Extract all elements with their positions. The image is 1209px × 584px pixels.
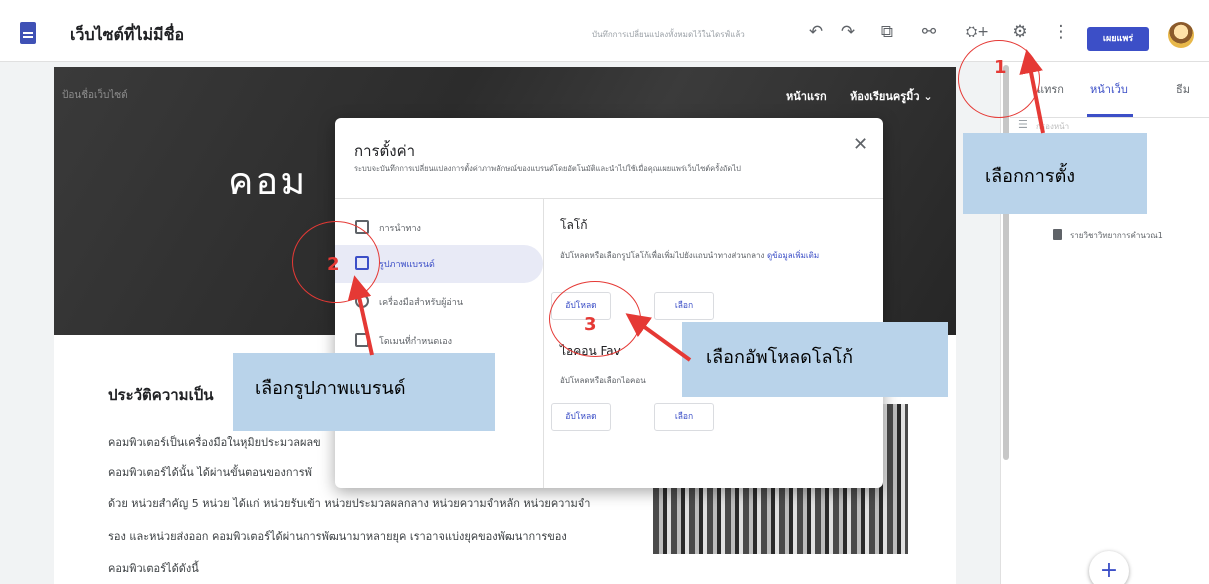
body-line[interactable]: คอมพิวเตอร์เป็นเครื่องมือในหุมิยประมวลผล… (108, 433, 321, 451)
filter-icon: ☰ (1018, 118, 1028, 131)
highlight-ring (958, 40, 1040, 118)
divider (543, 198, 544, 488)
tab-pages[interactable]: หน้าเว็บ (1090, 80, 1128, 98)
domain-icon (355, 333, 369, 347)
page-icon (1053, 229, 1062, 240)
share-icon[interactable]: ⛭+ (966, 22, 989, 42)
preview-icon[interactable]: ⧉ (876, 22, 898, 42)
add-page-button[interactable]: + (1089, 551, 1129, 584)
nav-label: เครื่องมือสำหรับผู้อ่าน (379, 298, 463, 308)
callout-upload-logo: เลือกอัพโหลดโลโก้ (682, 322, 948, 397)
gear-icon[interactable]: ⚙ (1009, 22, 1031, 42)
site-title[interactable]: เว็บไซต์ที่ไม่มีชื่อ (70, 23, 184, 48)
divider (335, 198, 883, 199)
tab-themes[interactable]: ธีม (1176, 80, 1190, 98)
sites-logo-icon (20, 22, 36, 44)
logo-section-title: โลโก้ (560, 218, 588, 232)
scrollbar[interactable] (1003, 65, 1009, 460)
body-line[interactable]: รอง และหน่วยส่งออก คอมพิวเตอร์ได้ผ่านการ… (108, 527, 567, 545)
body-line[interactable]: ด้วย หน่วยสำคัญ 5 หน่วย ได้แก่ หน่วยรับเ… (108, 494, 590, 512)
nav-home[interactable]: หน้าแรก (786, 87, 827, 105)
favicon-section-description: อัปโหลดหรือเลือกไอคอน (560, 376, 646, 385)
filter-pages-input[interactable]: กรองหน้า (1036, 120, 1069, 133)
select-logo-button[interactable]: เลือก (654, 292, 714, 320)
step-number: 1 (994, 57, 1007, 78)
body-line[interactable]: คอมพิวเตอร์ได้ดังนี้ (108, 559, 199, 577)
avatar[interactable] (1168, 22, 1194, 48)
publish-button[interactable]: เผยแพร่ (1087, 27, 1149, 51)
step-number: 3 (584, 314, 597, 335)
hero-title[interactable]: คอม (228, 150, 307, 211)
body-line[interactable]: คอมพิวเตอร์ได้นั้น ได้ผ่านขั้นตอนของการพ… (108, 463, 312, 481)
close-icon[interactable]: ✕ (853, 134, 868, 155)
link-icon[interactable]: ⚯ (918, 22, 940, 42)
page-item[interactable]: รายวิชาวิทยาการคำนวณ1 (1070, 229, 1163, 242)
site-name-placeholder[interactable]: ป้อนชื่อเว็บไซต์ (62, 88, 128, 103)
nav-label: โดเมนที่กำหนดเอง (379, 337, 453, 347)
nav-class[interactable]: ห้องเรียนครูมิ้ว ⌄ (850, 87, 933, 105)
save-status: บันทึกการเปลี่ยนแปลงทั้งหมดไว้ในไดรฟ์แล้… (592, 30, 745, 39)
step-number: 2 (327, 254, 340, 275)
more-icon[interactable]: ⋮ (1050, 22, 1072, 42)
learn-more-link[interactable]: ดูข้อมูลเพิ่มเติม (767, 251, 819, 260)
dialog-description: ระบบจะบันทึกการเปลี่ยนแปลงการตั้งค่าภาพล… (354, 164, 741, 173)
divider (1010, 117, 1209, 118)
tab-insert[interactable]: แทรก (1037, 80, 1064, 98)
callout-brand-images: เลือกรูปภาพแบรนด์ (233, 353, 495, 431)
undo-icon[interactable]: ↶ (805, 22, 827, 42)
select-favicon-button[interactable]: เลือก (654, 403, 714, 431)
callout-settings: เลือกการตั้ง (963, 133, 1147, 214)
nav-label: การนำทาง (379, 224, 421, 234)
dialog-title: การตั้งค่า (354, 142, 416, 160)
logo-section-description: อัปโหลดหรือเลือกรูปโลโก้เพื่อเพิ่มไปยังแ… (560, 251, 820, 260)
redo-icon[interactable]: ↷ (837, 22, 859, 42)
nav-label: รูปภาพแบรนด์ (379, 260, 435, 270)
history-heading[interactable]: ประวัติความเป็น (108, 383, 213, 407)
upload-favicon-button[interactable]: อัปโหลด (551, 403, 611, 431)
